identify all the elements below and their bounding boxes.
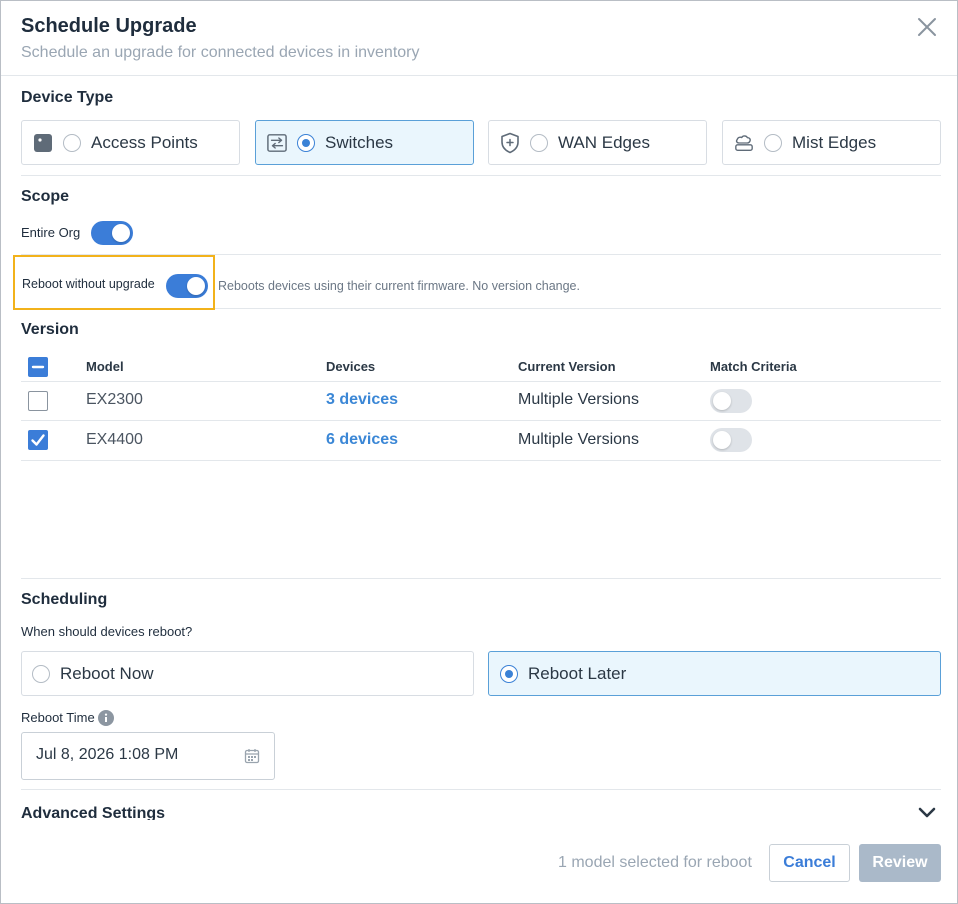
reboot-without-upgrade-toggle[interactable] <box>166 274 208 298</box>
reboot-now-radio[interactable] <box>32 664 50 683</box>
column-current-version: Current Version <box>518 359 616 374</box>
column-model: Model <box>86 359 124 374</box>
version-heading: Version <box>21 321 79 338</box>
table-header-divider <box>21 381 941 382</box>
scheduling-divider <box>21 789 941 790</box>
reboot-later-radio[interactable] <box>500 664 518 683</box>
row-devices-link[interactable]: 6 devices <box>326 431 398 449</box>
entire-org-toggle[interactable] <box>91 221 133 245</box>
row-model: EX2300 <box>86 391 143 408</box>
toggle-knob <box>713 431 731 449</box>
device-type-divider <box>21 175 941 176</box>
reboot-later-label: Reboot Later <box>528 663 627 683</box>
cancel-button[interactable]: Cancel <box>769 844 850 882</box>
wan-edge-shield-icon <box>500 132 520 153</box>
mist-edges-radio[interactable] <box>764 133 782 152</box>
select-all-checkbox[interactable] <box>28 357 48 377</box>
table-row-divider <box>21 460 941 461</box>
reboot-divider <box>215 308 941 309</box>
dialog-subtitle: Schedule an upgrade for connected device… <box>21 44 420 61</box>
toggle-knob <box>713 392 731 410</box>
close-icon <box>918 18 936 36</box>
reboot-time-input[interactable]: Jul 8, 2026 1:08 PM <box>21 732 275 780</box>
device-type-mist-edges[interactable]: Mist Edges <box>722 120 941 165</box>
row-checkbox-ex4400[interactable] <box>28 430 48 450</box>
row-current-version: Multiple Versions <box>518 391 639 408</box>
table-row-divider <box>21 420 941 421</box>
column-match-criteria: Match Criteria <box>710 359 797 374</box>
reboot-now-option[interactable]: Reboot Now <box>21 651 474 696</box>
entire-org-label: Entire Org <box>21 225 81 240</box>
row-match-criteria-toggle[interactable] <box>710 389 752 413</box>
checkmark-icon <box>31 434 45 446</box>
chevron-down-icon[interactable] <box>917 805 937 820</box>
toggle-knob <box>112 224 130 242</box>
close-button[interactable] <box>915 15 939 39</box>
device-type-wan-edges[interactable]: WAN Edges <box>488 120 707 165</box>
scope-heading: Scope <box>21 188 70 205</box>
access-point-icon <box>33 133 53 153</box>
access-points-radio[interactable] <box>63 133 81 152</box>
mist-edge-cloud-icon <box>734 133 754 153</box>
wan-edges-radio[interactable] <box>530 133 548 152</box>
version-divider <box>21 578 941 579</box>
toggle-knob <box>187 277 205 295</box>
row-match-criteria-toggle[interactable] <box>710 428 752 452</box>
access-points-label: Access Points <box>91 132 198 152</box>
column-devices: Devices <box>326 359 376 374</box>
switch-icon <box>267 133 287 153</box>
switches-label: Switches <box>325 132 394 152</box>
scheduling-question: When should devices reboot? <box>21 624 193 639</box>
reboot-time-value: Jul 8, 2026 1:08 PM <box>36 746 179 763</box>
dialog-title: Schedule Upgrade <box>21 15 197 37</box>
reboot-time-label: Reboot Time <box>21 710 95 725</box>
selection-summary: 1 model selected for reboot <box>558 854 752 871</box>
row-current-version: Multiple Versions <box>518 431 639 448</box>
reboot-without-upgrade-label: Reboot without upgrade <box>22 277 155 291</box>
reboot-description: Reboots devices using their current firm… <box>218 279 580 293</box>
row-model: EX4400 <box>86 431 143 448</box>
row-devices-link[interactable]: 3 devices <box>326 391 398 409</box>
advanced-settings-header[interactable]: Advanced Settings <box>21 801 941 820</box>
device-type-heading: Device Type <box>21 89 114 106</box>
advanced-settings-heading: Advanced Settings <box>21 805 166 820</box>
device-type-switches[interactable]: Switches <box>255 120 474 165</box>
wan-edges-label: WAN Edges <box>558 132 650 152</box>
info-icon[interactable] <box>98 710 114 726</box>
indeterminate-icon <box>31 365 45 369</box>
reboot-now-label: Reboot Now <box>60 663 154 683</box>
row-checkbox-ex2300[interactable] <box>28 391 48 411</box>
scheduling-heading: Scheduling <box>21 591 108 608</box>
calendar-icon[interactable] <box>244 748 260 769</box>
mist-edges-label: Mist Edges <box>792 132 877 152</box>
schedule-upgrade-dialog: Schedule Upgrade Schedule an upgrade for… <box>0 0 958 904</box>
header-divider <box>1 75 957 76</box>
switches-radio[interactable] <box>297 133 315 152</box>
review-button[interactable]: Review <box>859 844 941 882</box>
reboot-later-option[interactable]: Reboot Later <box>488 651 941 696</box>
device-type-access-points[interactable]: Access Points <box>21 120 240 165</box>
